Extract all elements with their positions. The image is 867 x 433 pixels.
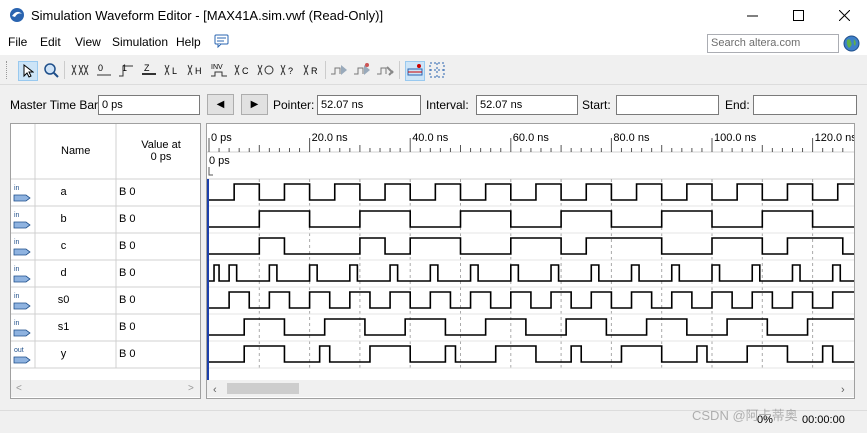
signal-value: B 0 <box>119 348 136 360</box>
close-button[interactable] <box>821 0 867 31</box>
signal-name[interactable]: c <box>11 240 116 252</box>
svg-text:Z: Z <box>144 63 150 73</box>
scroll-left-arrow[interactable]: ‹ <box>213 384 217 396</box>
run-functional-sim-icon[interactable] <box>330 61 348 79</box>
window-title: Simulation Waveform Editor - [MAX41A.sim… <box>31 8 384 23</box>
scrollbar-thumb[interactable] <box>227 383 299 394</box>
minimize-button[interactable] <box>729 0 775 31</box>
master-time-bar-input[interactable]: 0 ps <box>98 95 200 115</box>
waveform-trace[interactable] <box>209 318 854 336</box>
signal-value: B 0 <box>119 213 136 225</box>
menu-view[interactable]: View <box>75 35 101 49</box>
value-column-header[interactable]: Value at 0 ps <box>131 139 191 163</box>
next-transition-button[interactable]: ▶ <box>241 94 268 115</box>
high-impedance-icon[interactable]: Z <box>140 61 158 79</box>
value-header-line1: Value at <box>141 139 181 151</box>
start-field <box>616 95 719 115</box>
cursor-time-label: 0 ps <box>209 155 230 167</box>
overwrite-clock-icon[interactable] <box>257 61 275 79</box>
start-label: Start: <box>582 98 611 112</box>
generate-netlist-icon[interactable] <box>376 61 394 79</box>
selection-tool-icon[interactable] <box>18 61 38 81</box>
run-timing-sim-icon[interactable] <box>353 61 371 79</box>
left-scroll-right-arrow[interactable]: > <box>188 383 194 394</box>
signal-list-panel: Name Value at 0 ps in a B 0 in b B 0 in c B 0 in d… <box>10 123 201 399</box>
menu-help[interactable]: Help <box>176 35 201 49</box>
waveform-canvas[interactable]: 0 ps 20.0 ns 40.0 ns 60.0 ns 80.0 ns 100.0 ns… <box>207 124 854 398</box>
time-tick-label: 120.0 ns <box>815 132 854 144</box>
svg-text:L: L <box>172 66 177 76</box>
random-values-icon[interactable]: ? <box>280 61 298 79</box>
search-input[interactable]: Search altera.com <box>707 34 839 53</box>
menu-simulation[interactable]: Simulation <box>112 35 168 49</box>
master-time-bar-label: Master Time Bar: <box>10 98 102 112</box>
weak-high-icon[interactable]: H <box>187 61 205 79</box>
snap-to-grid-icon[interactable] <box>405 61 425 81</box>
waveform-trace[interactable] <box>209 345 854 363</box>
signal-value: B 0 <box>119 240 136 252</box>
interval-label: Interval: <box>426 98 469 112</box>
value-header-line2: 0 ps <box>150 151 172 163</box>
globe-icon[interactable] <box>843 35 860 52</box>
time-tick-label: 100.0 ns <box>714 132 757 144</box>
svg-text:C: C <box>242 66 249 76</box>
svg-text:H: H <box>195 66 202 76</box>
time-tick-label: 40.0 ns <box>412 132 449 144</box>
time-tick-label: 0 ps <box>211 132 232 144</box>
signal-name[interactable]: b <box>11 213 116 225</box>
pointer-field: 52.07 ns <box>317 95 421 115</box>
count-value-icon[interactable]: C <box>234 61 252 79</box>
elapsed-time: 00:00:00 <box>802 414 845 426</box>
time-tick-label: 80.0 ns <box>613 132 650 144</box>
signal-name[interactable]: a <box>11 186 116 198</box>
pointer-label: Pointer: <box>273 98 315 112</box>
svg-text:?: ? <box>288 66 293 76</box>
forcing-high-icon[interactable]: 1 <box>117 61 135 79</box>
name-column-header[interactable]: Name <box>61 145 90 157</box>
app-icon <box>10 8 24 22</box>
waveform-trace[interactable] <box>209 291 854 309</box>
svg-text:R: R <box>311 66 318 76</box>
waveform-trace[interactable] <box>209 210 854 228</box>
scroll-right-arrow[interactable]: › <box>841 384 845 396</box>
forcing-low-icon[interactable]: 0 <box>95 61 113 79</box>
time-tick-label: 20.0 ns <box>312 132 349 144</box>
signal-name[interactable]: s0 <box>11 294 116 306</box>
signal-value: B 0 <box>119 186 136 198</box>
end-field <box>753 95 857 115</box>
waveform-panel: 0 ps 20.0 ns 40.0 ns 60.0 ns 80.0 ns 100.0 ns… <box>206 123 855 399</box>
horizontal-scrollbar[interactable] <box>207 380 854 397</box>
signal-value: B 0 <box>119 294 136 306</box>
watermark: CSDN @阿卡蒂奥 <box>692 408 798 423</box>
maximize-button[interactable] <box>775 0 821 31</box>
forcing-unknown-icon[interactable] <box>71 61 89 79</box>
time-tick-label: 60.0 ns <box>513 132 550 144</box>
waveform-trace[interactable] <box>209 264 854 282</box>
svg-text:INV: INV <box>211 64 223 71</box>
grid-icon[interactable] <box>428 61 446 79</box>
menu-file[interactable]: File <box>8 35 27 49</box>
end-label: End: <box>725 98 750 112</box>
zoom-tool-icon[interactable] <box>42 61 60 79</box>
weak-low-icon[interactable]: L <box>164 61 182 79</box>
waveform-trace[interactable] <box>209 183 854 201</box>
waveform-trace[interactable] <box>209 237 854 255</box>
signal-value: B 0 <box>119 267 136 279</box>
invert-icon[interactable]: INV <box>210 61 228 79</box>
previous-transition-button[interactable]: ◀ <box>207 94 234 115</box>
chat-icon[interactable] <box>214 34 230 48</box>
signal-name[interactable]: y <box>11 348 116 360</box>
signal-value: B 0 <box>119 321 136 333</box>
left-scroll-left-arrow[interactable]: < <box>16 383 22 394</box>
dont-care-icon[interactable]: R <box>303 61 321 79</box>
signal-name[interactable]: d <box>11 267 116 279</box>
interval-field: 52.07 ns <box>476 95 578 115</box>
menu-edit[interactable]: Edit <box>40 35 61 49</box>
svg-text:0: 0 <box>98 63 103 73</box>
signal-name[interactable]: s1 <box>11 321 116 333</box>
